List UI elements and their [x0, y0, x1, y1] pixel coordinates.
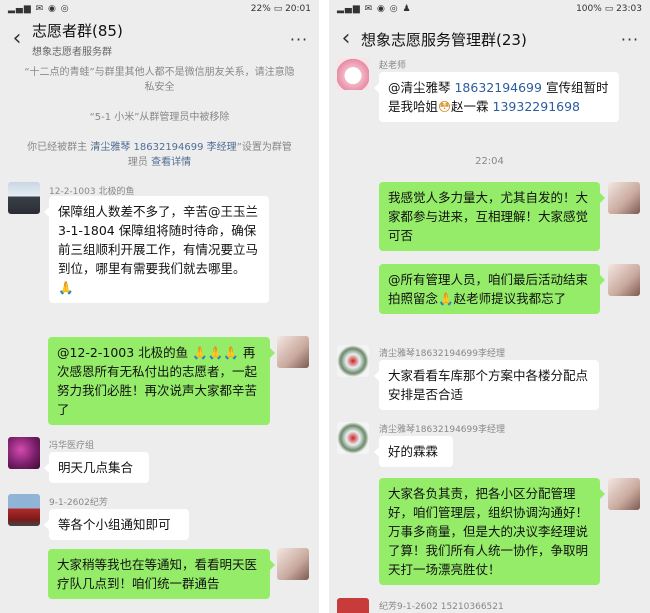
chat-title: 想象志愿服务管理群(23) [361, 30, 527, 49]
sender-name-text: 纪芳9-1-2602 [379, 602, 438, 612]
message-bubble[interactable]: 明天几点集合 [44, 452, 149, 483]
sender-name: 清尘雅琴18632194699李经理 [379, 425, 505, 435]
avatar[interactable] [337, 345, 369, 377]
sender-name: 9-1-2602纪芳 [49, 498, 108, 508]
time-divider: 22:04 [475, 156, 504, 167]
message-bubble[interactable]: @清尘雅琴 18632194699 宣传组暂时是我哈姐😳赵一霖 13932291… [374, 72, 619, 122]
left-chat-window: ▂▄▆ ✉ ◉ ◎ 22% ▭ 20:01 ‹ 志愿者群(85) 想象志愿者服务… [0, 0, 319, 613]
sender-phone: 15210366521 [440, 602, 504, 612]
system-notice-removed: “5-1 小米”从群管理员中被移除 [89, 112, 230, 123]
avatar[interactable] [337, 58, 369, 90]
message-text: 等各个小组通知即可 [58, 517, 171, 532]
pray-emoji-icon: 🙏 [438, 291, 454, 306]
message-text: 保障组人数差不多了，辛苦@王玉兰 3-1-1804 保障组将随时待命，确保前三组… [58, 204, 259, 276]
message-text-tail: 赵老师提议我都忘了 [453, 291, 567, 306]
message-mention: @清尘雅琴 [388, 80, 455, 95]
message-bubble[interactable]: 大家看看车库那个方案中各楼分配点安排是否合适 [374, 360, 599, 410]
status-right: 100% ▭ 23:03 [576, 4, 642, 14]
avatar[interactable] [277, 548, 309, 580]
system-notice-privacy: “十二点的青蛙”与群里其他人都不是微信朋友关系，请注意隐私安全 [24, 67, 295, 93]
more-options-icon[interactable]: ··· [285, 30, 313, 49]
back-arrow-icon[interactable]: ‹ [6, 28, 28, 50]
notice-prefix: 你已经被群主 [27, 142, 91, 153]
notice-owner-link[interactable]: 清尘雅琴 18632194699 李经理 [90, 142, 236, 153]
message-mention: @12-2-1003 北极的鱼 [57, 345, 193, 360]
system-notice-admin: 你已经被群主 清尘雅琴 18632194699 李经理”设置为群管理员 查看详情 [0, 138, 319, 172]
message-text: 我感觉人多力量大，尤其自发的！大家都参与进来，互相理解！大家感觉可否 [388, 190, 589, 243]
message-text: 明天几点集合 [58, 460, 134, 475]
sender-name: 赵老师 [379, 61, 407, 71]
chat-header: ‹ 志愿者群(85) 想象志愿者服务群 ··· [0, 17, 319, 61]
back-arrow-icon[interactable]: ‹ [335, 28, 357, 50]
status-right: 22% ▭ 20:01 [251, 4, 311, 14]
avatar[interactable] [608, 182, 640, 214]
avatar[interactable] [8, 494, 40, 526]
message-text: 大家看看车库那个方案中各楼分配点安排是否合适 [388, 368, 589, 402]
message-bubble[interactable]: 我感觉人多力量大，尤其自发的！大家都参与进来，互相理解！大家感觉可否 [379, 182, 605, 251]
phone-link[interactable]: 18632194699 [454, 80, 541, 95]
chat-subtitle: 想象志愿者服务群 [32, 47, 112, 58]
pray-emoji-icon: 🙏 [58, 280, 74, 295]
flushed-emoji-icon: 😳 [438, 99, 452, 114]
status-bar: ▂▄▆ ✉ ◉ ◎ 22% ▭ 20:01 [0, 0, 319, 17]
sender-name: 冯华医疗组 [49, 441, 95, 451]
message-bubble[interactable]: @所有管理人员，咱们最后活动结束拍照留念🙏赵老师提议我都忘了 [379, 264, 605, 314]
pray-emoji-icon: 🙏🙏🙏 [192, 345, 239, 360]
battery-text: 100% [576, 3, 602, 14]
chat-header: ‹ 想象志愿服务管理群(23) ··· [329, 17, 650, 61]
clock-text: 23:03 [616, 3, 642, 14]
message-text: 好的霖霖 [388, 444, 439, 459]
battery-icon: ▭ [604, 3, 617, 14]
status-icons: ▂▄▆ ✉ ◉ ◎ [8, 3, 70, 14]
avatar[interactable] [8, 182, 40, 214]
status-icons: ▂▄▆ ✉ ◉ ◎ ♟ [337, 3, 412, 14]
sender-name: 清尘雅琴18632194699李经理 [379, 349, 505, 359]
message-text-tail: 赵一霖 [451, 99, 493, 114]
avatar[interactable] [608, 264, 640, 296]
message-text: 大家各负其责，把各小区分配管理好，咱们管理层，组织协调沟通好！万事多商量，但是大… [388, 486, 589, 577]
view-details-link[interactable]: 查看详情 [151, 157, 191, 168]
avatar[interactable] [277, 336, 309, 368]
message-bubble[interactable]: 大家各负其责，把各小区分配管理好，咱们管理层，组织协调沟通好！万事多商量，但是大… [379, 478, 605, 585]
avatar[interactable] [608, 478, 640, 510]
clock-text: 20:01 [285, 3, 311, 14]
message-bubble[interactable]: 保障组人数差不多了，辛苦@王玉兰 3-1-1804 保障组将随时待命，确保前三组… [44, 196, 269, 303]
chat-title: 志愿者群(85) [32, 22, 123, 40]
right-chat-window: ▂▄▆ ✉ ◉ ◎ ♟ 100% ▭ 23:03 ‹ 想象志愿服务管理群(23)… [329, 0, 650, 613]
message-bubble[interactable]: 大家稍等我也在等通知，看看明天医疗队几点到！咱们统一群通告 [48, 549, 275, 599]
avatar[interactable] [337, 422, 369, 454]
avatar[interactable] [8, 437, 40, 469]
message-bubble[interactable]: 等各个小组通知即可 [44, 509, 189, 540]
message-bubble[interactable]: 好的霖霖 [374, 436, 453, 467]
more-options-icon[interactable]: ··· [616, 30, 644, 49]
message-text: 大家稍等我也在等通知，看看明天医疗队几点到！咱们统一群通告 [57, 557, 258, 591]
message-bubble[interactable]: @12-2-1003 北极的鱼 🙏🙏🙏 再次感恩所有无私付出的志愿者，一起努力我… [48, 337, 275, 425]
battery-icon: ▭ [273, 3, 286, 14]
phone-link[interactable]: 13932291698 [493, 99, 580, 114]
avatar[interactable] [337, 598, 369, 613]
battery-text: 22% [250, 3, 271, 14]
status-bar: ▂▄▆ ✉ ◉ ◎ ♟ 100% ▭ 23:03 [329, 0, 650, 17]
sender-name: 纪芳9-1-2602 15210366521 [379, 599, 504, 612]
